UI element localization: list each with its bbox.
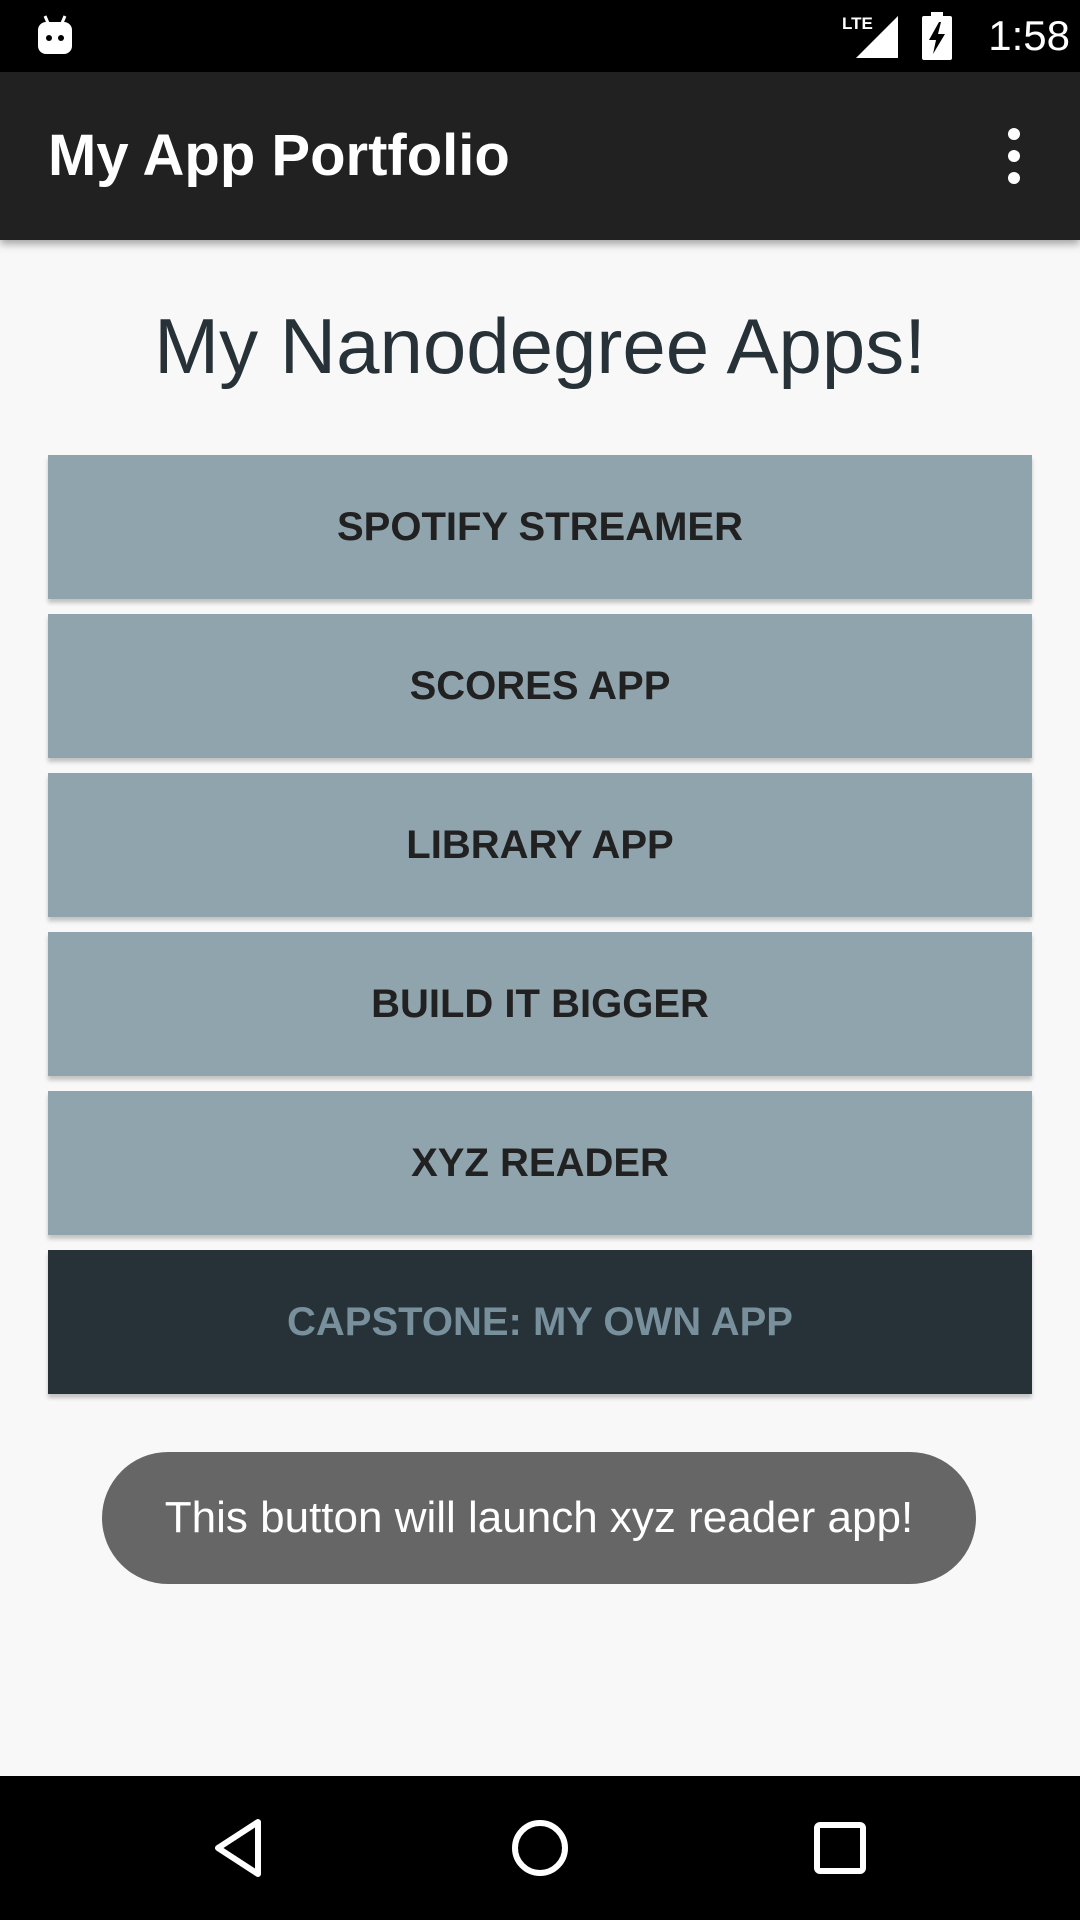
scores-app-button[interactable]: SCORES APP [48, 614, 1032, 758]
status-clock: 1:58 [988, 12, 1070, 59]
lte-signal-icon: LTE [842, 12, 898, 58]
app-bar: My App Portfolio [0, 72, 1080, 240]
back-icon[interactable] [204, 1812, 276, 1884]
status-bar: LTE 1:58 [0, 0, 1080, 72]
spotify-streamer-button[interactable]: SPOTIFY STREAMER [48, 455, 1032, 599]
toast-message: This button will launch xyz reader app! [102, 1452, 976, 1584]
lte-label: LTE [842, 14, 873, 33]
xyz-reader-button[interactable]: XYZ READER [48, 1091, 1032, 1235]
page-heading: My Nanodegree Apps! [154, 302, 926, 390]
overflow-menu-icon[interactable] [994, 124, 1034, 188]
build-it-bigger-button[interactable]: BUILD IT BIGGER [48, 932, 1032, 1076]
android-notification-icon [36, 14, 74, 58]
recents-icon[interactable] [804, 1812, 876, 1884]
library-app-button[interactable]: LIBRARY APP [48, 773, 1032, 917]
navigation-bar [0, 1776, 1080, 1920]
app-title: My App Portfolio [48, 123, 510, 188]
battery-charging-icon [922, 12, 952, 60]
home-icon[interactable] [504, 1812, 576, 1884]
capstone-button[interactable]: CAPSTONE: MY OWN APP [48, 1250, 1032, 1394]
